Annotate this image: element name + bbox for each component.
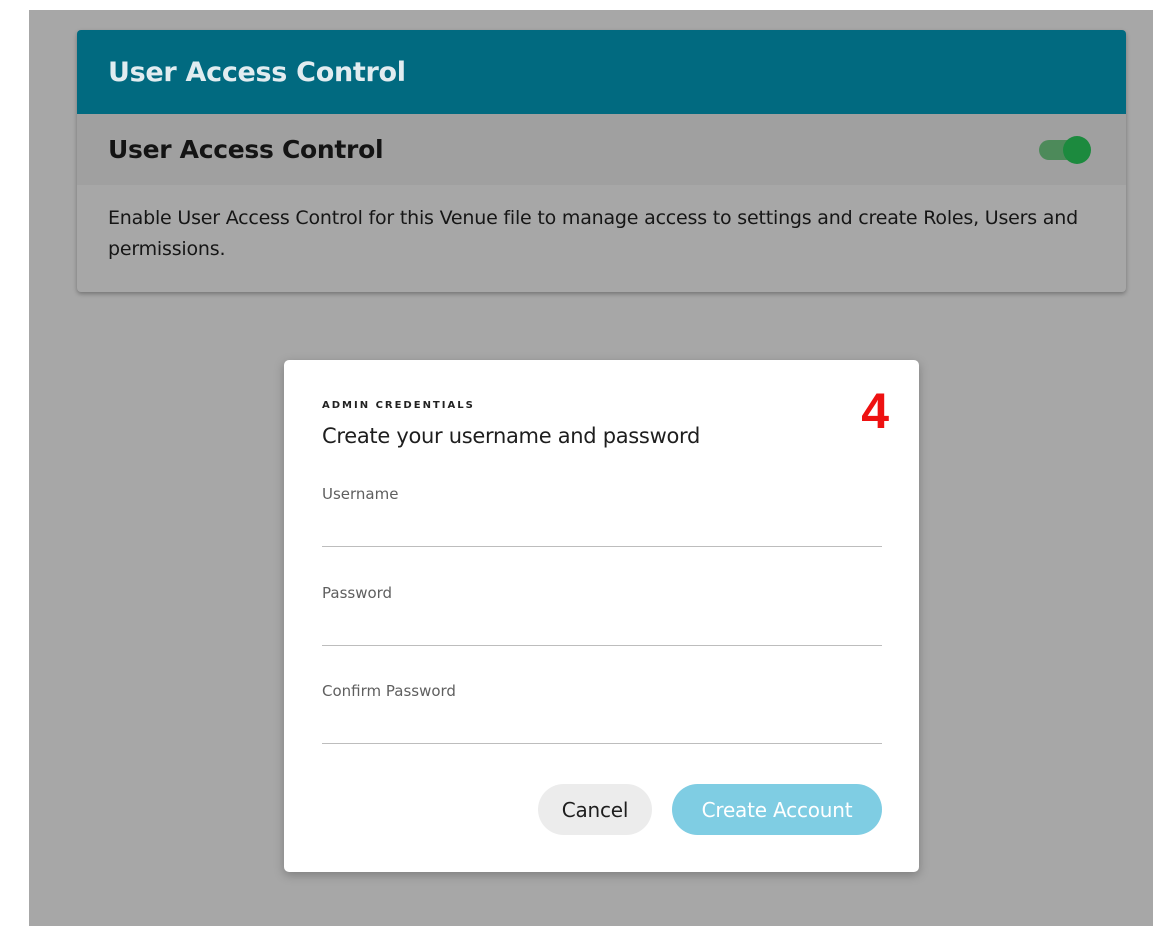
toggle-thumb bbox=[1063, 135, 1091, 164]
panel-header-title: User Access Control bbox=[108, 56, 406, 88]
username-input[interactable] bbox=[322, 514, 882, 542]
confirm-password-label: Confirm Password bbox=[322, 682, 456, 700]
setting-description: Enable User Access Control for this Venu… bbox=[108, 207, 1078, 260]
password-label: Password bbox=[322, 584, 393, 602]
dialog-title: Create your username and password bbox=[322, 424, 700, 448]
setting-row-user-access-control: User Access Control bbox=[77, 114, 1126, 185]
username-label: Username bbox=[322, 485, 399, 503]
panel-header: User Access Control bbox=[77, 30, 1126, 114]
username-field: Username bbox=[322, 485, 882, 547]
confirm-password-field: Confirm Password bbox=[322, 682, 882, 744]
confirm-password-input[interactable] bbox=[322, 711, 882, 739]
password-field: Password bbox=[322, 584, 882, 646]
step-number-annotation: 4 bbox=[861, 383, 889, 439]
dialog-eyebrow: ADMIN CREDENTIALS bbox=[322, 400, 475, 411]
create-account-button[interactable]: Create Account bbox=[672, 784, 882, 835]
user-access-control-toggle[interactable] bbox=[1039, 135, 1095, 164]
admin-credentials-dialog: ADMIN CREDENTIALS Create your username a… bbox=[284, 360, 919, 872]
setting-title: User Access Control bbox=[108, 135, 384, 164]
cancel-button[interactable]: Cancel bbox=[538, 784, 652, 835]
password-input[interactable] bbox=[322, 613, 882, 641]
user-access-control-panel: User Access Control User Access Control … bbox=[77, 30, 1126, 292]
